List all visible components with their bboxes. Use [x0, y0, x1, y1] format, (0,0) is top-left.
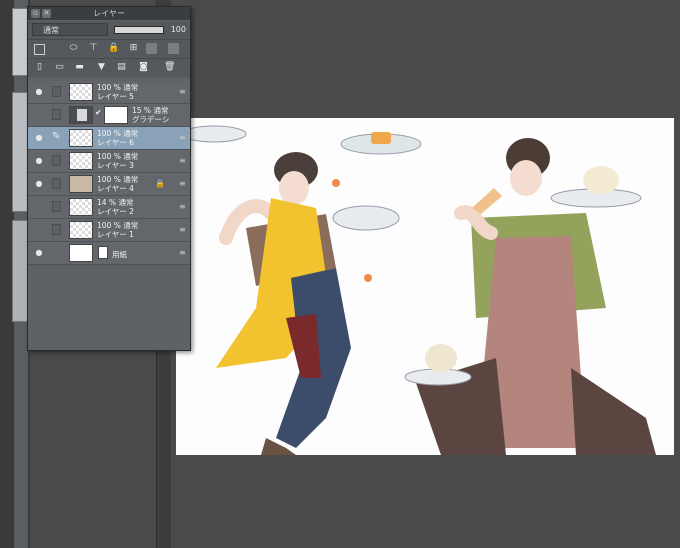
bunny-shape: [425, 344, 457, 372]
layer-row[interactable]: ✔ 15 % 通常 グラデーシ: [28, 104, 190, 127]
draft-icon[interactable]: [168, 43, 179, 54]
ruler-icon[interactable]: ⬭: [68, 43, 79, 54]
layer-thumbnail: [69, 221, 93, 239]
new-vector-layer-icon[interactable]: ▭: [54, 62, 65, 73]
layer-blend-label: 100 % 通常: [97, 83, 139, 92]
two-waiters-illustration: [181, 125, 656, 455]
layer-blend-label: 100 % 通常: [97, 175, 139, 184]
layer-lock-box[interactable]: [52, 224, 61, 235]
layer-menu-icon[interactable]: ≡: [179, 225, 186, 234]
layer-lock-box[interactable]: [52, 178, 61, 189]
plate-shape: [181, 125, 247, 143]
new-raster-layer-icon[interactable]: ▯: [34, 62, 45, 73]
layer-menu-icon[interactable]: ≡: [179, 156, 186, 165]
panel-title-bar[interactable]: ▫ ✕ レイヤー: [28, 7, 190, 20]
pen-icon: ✎: [52, 131, 61, 142]
eye-icon[interactable]: ●: [34, 157, 44, 165]
layer-name: レイヤー 2: [97, 207, 134, 216]
layer-menu-icon[interactable]: ≡: [179, 179, 186, 188]
plate-shape: [332, 205, 400, 231]
lock-icon: 🔒: [155, 179, 165, 188]
layer-toolbar-2: ▯ ▭ ▬ ▼ ▤ ◙ 🗑: [28, 58, 190, 77]
bunny-shape: [583, 166, 619, 194]
layer-row-selected[interactable]: ● ✎ 100 % 通常 レイヤー 6 ≡: [28, 127, 190, 150]
layer-thumbnail: [69, 175, 93, 193]
layer-row[interactable]: ● 100 % 通常 レイヤー 5 ≡: [28, 81, 190, 104]
reference-icon[interactable]: [146, 43, 157, 54]
layer-menu-icon[interactable]: ≡: [179, 202, 186, 211]
layer-list: ● 100 % 通常 レイヤー 5 ≡ ✔ 15 % 通常 グラデーシ ● ✎ …: [28, 81, 190, 265]
mask-thumbnail: [104, 106, 128, 124]
opacity-fill: [115, 27, 163, 33]
layer-blend-label: 100 % 通常: [97, 221, 139, 230]
food-shape: [371, 132, 391, 144]
clip-icon[interactable]: ⊤: [88, 43, 99, 54]
layer-lock-box[interactable]: [52, 109, 61, 120]
check-icon: ✔: [95, 108, 102, 117]
collapse-icon[interactable]: ▫: [31, 9, 40, 18]
blend-row: 通常 100: [28, 21, 190, 39]
combine-down-icon[interactable]: ▤: [116, 62, 127, 73]
transfer-down-icon[interactable]: ▼: [96, 62, 107, 73]
carrot-shape: [332, 179, 340, 187]
layer-blend-label: 100 % 通常: [97, 129, 139, 138]
layer-lock-box[interactable]: [52, 201, 61, 212]
panel-title: レイヤー: [93, 9, 125, 18]
layer-menu-icon[interactable]: ≡: [179, 248, 186, 257]
trousers-shape: [571, 368, 656, 455]
eye-icon[interactable]: ●: [34, 134, 44, 142]
close-icon[interactable]: ✕: [42, 9, 51, 18]
layer-name: レイヤー 5: [97, 92, 134, 101]
gradient-thumbnail: [69, 106, 93, 124]
layer-thumbnail: [69, 244, 93, 262]
layer-name: レイヤー 6: [97, 138, 134, 147]
face-shape: [279, 171, 309, 205]
layer-name: レイヤー 4: [97, 184, 134, 193]
layer-row-paper[interactable]: ● 用紙 ≡: [28, 242, 190, 265]
carrot-shape: [364, 274, 372, 282]
selection-icon[interactable]: [34, 44, 45, 55]
layer-name: 用紙: [112, 250, 127, 259]
layer-toolbar-1: ⬭ ⊤ 🔒 ⊞: [28, 39, 190, 58]
eye-icon[interactable]: ●: [34, 88, 44, 96]
layer-thumbnail: [69, 129, 93, 147]
layer-blend-label: 14 % 通常: [97, 198, 134, 207]
layer-lock-box[interactable]: [52, 86, 61, 97]
paper-icon: [98, 246, 108, 259]
blend-mode-select[interactable]: 通常: [32, 23, 108, 36]
layer-blend-label: 15 % 通常: [132, 106, 169, 115]
layer-name: レイヤー 1: [97, 230, 134, 239]
mask-icon[interactable]: ◙: [138, 62, 149, 73]
layer-row[interactable]: 14 % 通常 レイヤー 2 ≡: [28, 196, 190, 219]
delete-icon[interactable]: 🗑: [164, 62, 175, 73]
lock-icon[interactable]: 🔒: [108, 43, 119, 54]
lock-transparency-icon[interactable]: ⊞: [128, 43, 139, 54]
face-shape: [510, 160, 542, 196]
layer-thumbnail: [69, 152, 93, 170]
layer-row[interactable]: ● 100 % 通常 レイヤー 3 ≡: [28, 150, 190, 173]
layer-name: グラデーシ: [132, 115, 170, 124]
arm-shape: [454, 205, 498, 240]
drawing-canvas[interactable]: [176, 118, 674, 455]
eye-icon[interactable]: ●: [34, 249, 44, 257]
layer-name: レイヤー 3: [97, 161, 134, 170]
layer-blend-label: 100 % 通常: [97, 152, 139, 161]
layer-thumbnail: [69, 198, 93, 216]
glass-shape: [472, 188, 502, 214]
layer-panel: ▫ ✕ レイヤー 通常 100 ⬭ ⊤ 🔒 ⊞ ▯ ▭ ▬ ▼ ▤ ◙ 🗑 ● …: [27, 6, 191, 351]
layer-row[interactable]: 100 % 通常 レイヤー 1 ≡: [28, 219, 190, 242]
opacity-value[interactable]: 100: [164, 23, 186, 36]
eye-icon[interactable]: ●: [34, 180, 44, 188]
layer-row[interactable]: ● 100 % 通常 レイヤー 4 🔒 ≡: [28, 173, 190, 196]
layer-menu-icon[interactable]: ≡: [179, 133, 186, 142]
opacity-slider[interactable]: [114, 26, 164, 34]
layer-menu-icon[interactable]: ≡: [179, 87, 186, 96]
new-folder-icon[interactable]: ▬: [74, 62, 85, 73]
layer-thumbnail: [69, 83, 93, 101]
layer-lock-box[interactable]: [52, 155, 61, 166]
